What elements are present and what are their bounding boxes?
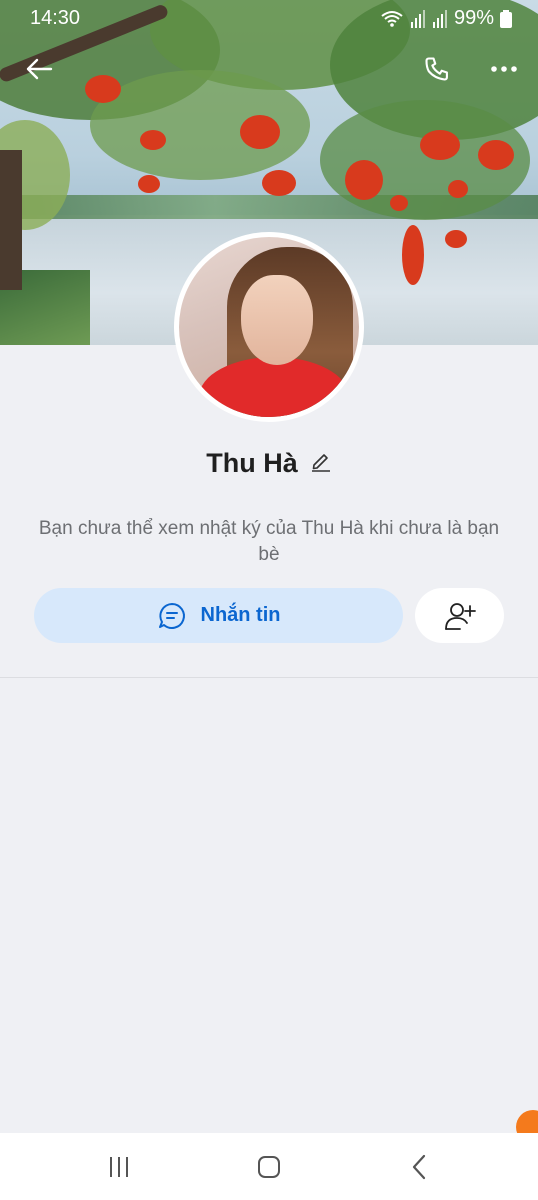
wifi-icon: [381, 10, 403, 27]
phone-icon: [425, 57, 448, 81]
add-friend-button[interactable]: [415, 588, 504, 643]
profile-name: Thu Hà: [206, 448, 298, 478]
tree-trunk: [0, 150, 22, 290]
battery-icon: [500, 9, 512, 28]
add-user-icon: [444, 602, 476, 630]
call-button[interactable]: [420, 52, 454, 86]
avatar-photo: [179, 237, 359, 417]
flower: [390, 195, 408, 211]
chevron-left-icon: [412, 1154, 426, 1180]
flower: [420, 130, 460, 160]
flower: [402, 225, 424, 285]
more-dots-icon: [491, 66, 517, 72]
recent-apps-button[interactable]: [97, 1145, 141, 1189]
more-options-button[interactable]: [487, 52, 521, 86]
home-button[interactable]: [247, 1145, 291, 1189]
send-message-label: Nhắn tin: [200, 604, 281, 626]
diary-privacy-notice: Bạn chưa thể xem nhật ký của Thu Hà khi …: [38, 518, 500, 565]
back-button[interactable]: [22, 52, 56, 86]
arrow-left-icon: [26, 58, 53, 80]
name-row: Thu Hà: [0, 448, 538, 479]
pencil-icon: [311, 454, 330, 472]
section-divider: [0, 677, 538, 678]
signal-icon-2: [432, 9, 447, 28]
edit-name-button[interactable]: [310, 450, 332, 477]
send-message-button[interactable]: Nhắn tin: [34, 588, 403, 643]
system-back-button[interactable]: [397, 1145, 441, 1189]
battery-percent: 99%: [453, 7, 494, 29]
status-time: 14:30: [30, 7, 81, 29]
flower: [448, 180, 468, 198]
flower: [85, 75, 121, 103]
avatar[interactable]: [174, 232, 364, 422]
status-right: 99%: [380, 7, 512, 30]
signal-icon: [410, 9, 425, 28]
system-nav-bar: [0, 1133, 538, 1200]
recent-apps-icon: [110, 1157, 128, 1177]
chat-bubble-icon: [158, 602, 185, 629]
status-bar: 14:30 99%: [0, 0, 538, 36]
home-icon: [258, 1156, 280, 1178]
flower: [240, 115, 280, 149]
flower: [140, 130, 166, 150]
flower: [138, 175, 160, 193]
avatar-face: [241, 275, 313, 365]
flower: [478, 140, 514, 170]
flower: [345, 160, 383, 200]
flower: [445, 230, 467, 248]
flower: [262, 170, 296, 196]
